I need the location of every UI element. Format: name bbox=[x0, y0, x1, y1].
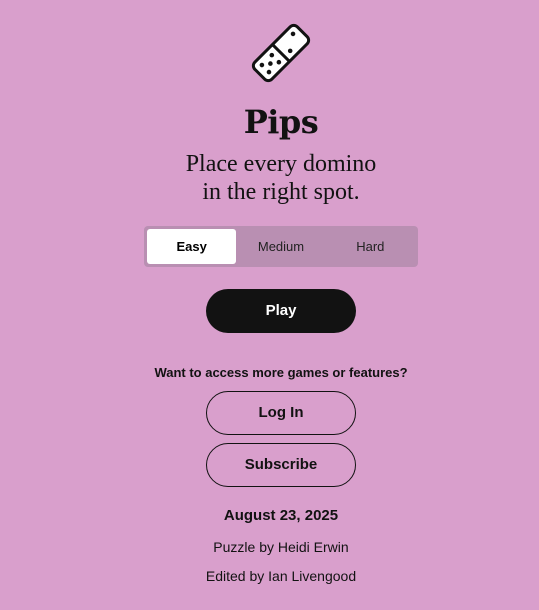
puzzle-date: August 23, 2025 bbox=[223, 507, 339, 524]
login-button[interactable]: Log In bbox=[206, 391, 356, 435]
difficulty-hard[interactable]: Hard bbox=[326, 229, 415, 264]
game-tagline: Place every domino in the right spot. bbox=[0, 150, 539, 206]
puzzle-author: Puzzle by Heidi Erwin bbox=[213, 539, 349, 555]
game-title: Pips bbox=[243, 103, 319, 141]
pips-start-screen: Pips Place every domino in the right spo… bbox=[0, 0, 539, 610]
difficulty-selector: Easy Medium Hard bbox=[144, 226, 418, 267]
puzzle-editor: Edited by Ian Livengood bbox=[205, 568, 357, 584]
account-prompt: Want to access more games or features? bbox=[154, 365, 408, 380]
subscribe-button[interactable]: Subscribe bbox=[206, 443, 356, 487]
domino-pips-icon bbox=[251, 23, 311, 83]
difficulty-easy[interactable]: Easy bbox=[147, 229, 237, 264]
play-button[interactable]: Play bbox=[206, 289, 356, 333]
tagline-line-2: in the right spot. bbox=[202, 179, 360, 205]
difficulty-medium[interactable]: Medium bbox=[236, 229, 325, 264]
tagline-line-1: Place every domino bbox=[185, 151, 377, 177]
